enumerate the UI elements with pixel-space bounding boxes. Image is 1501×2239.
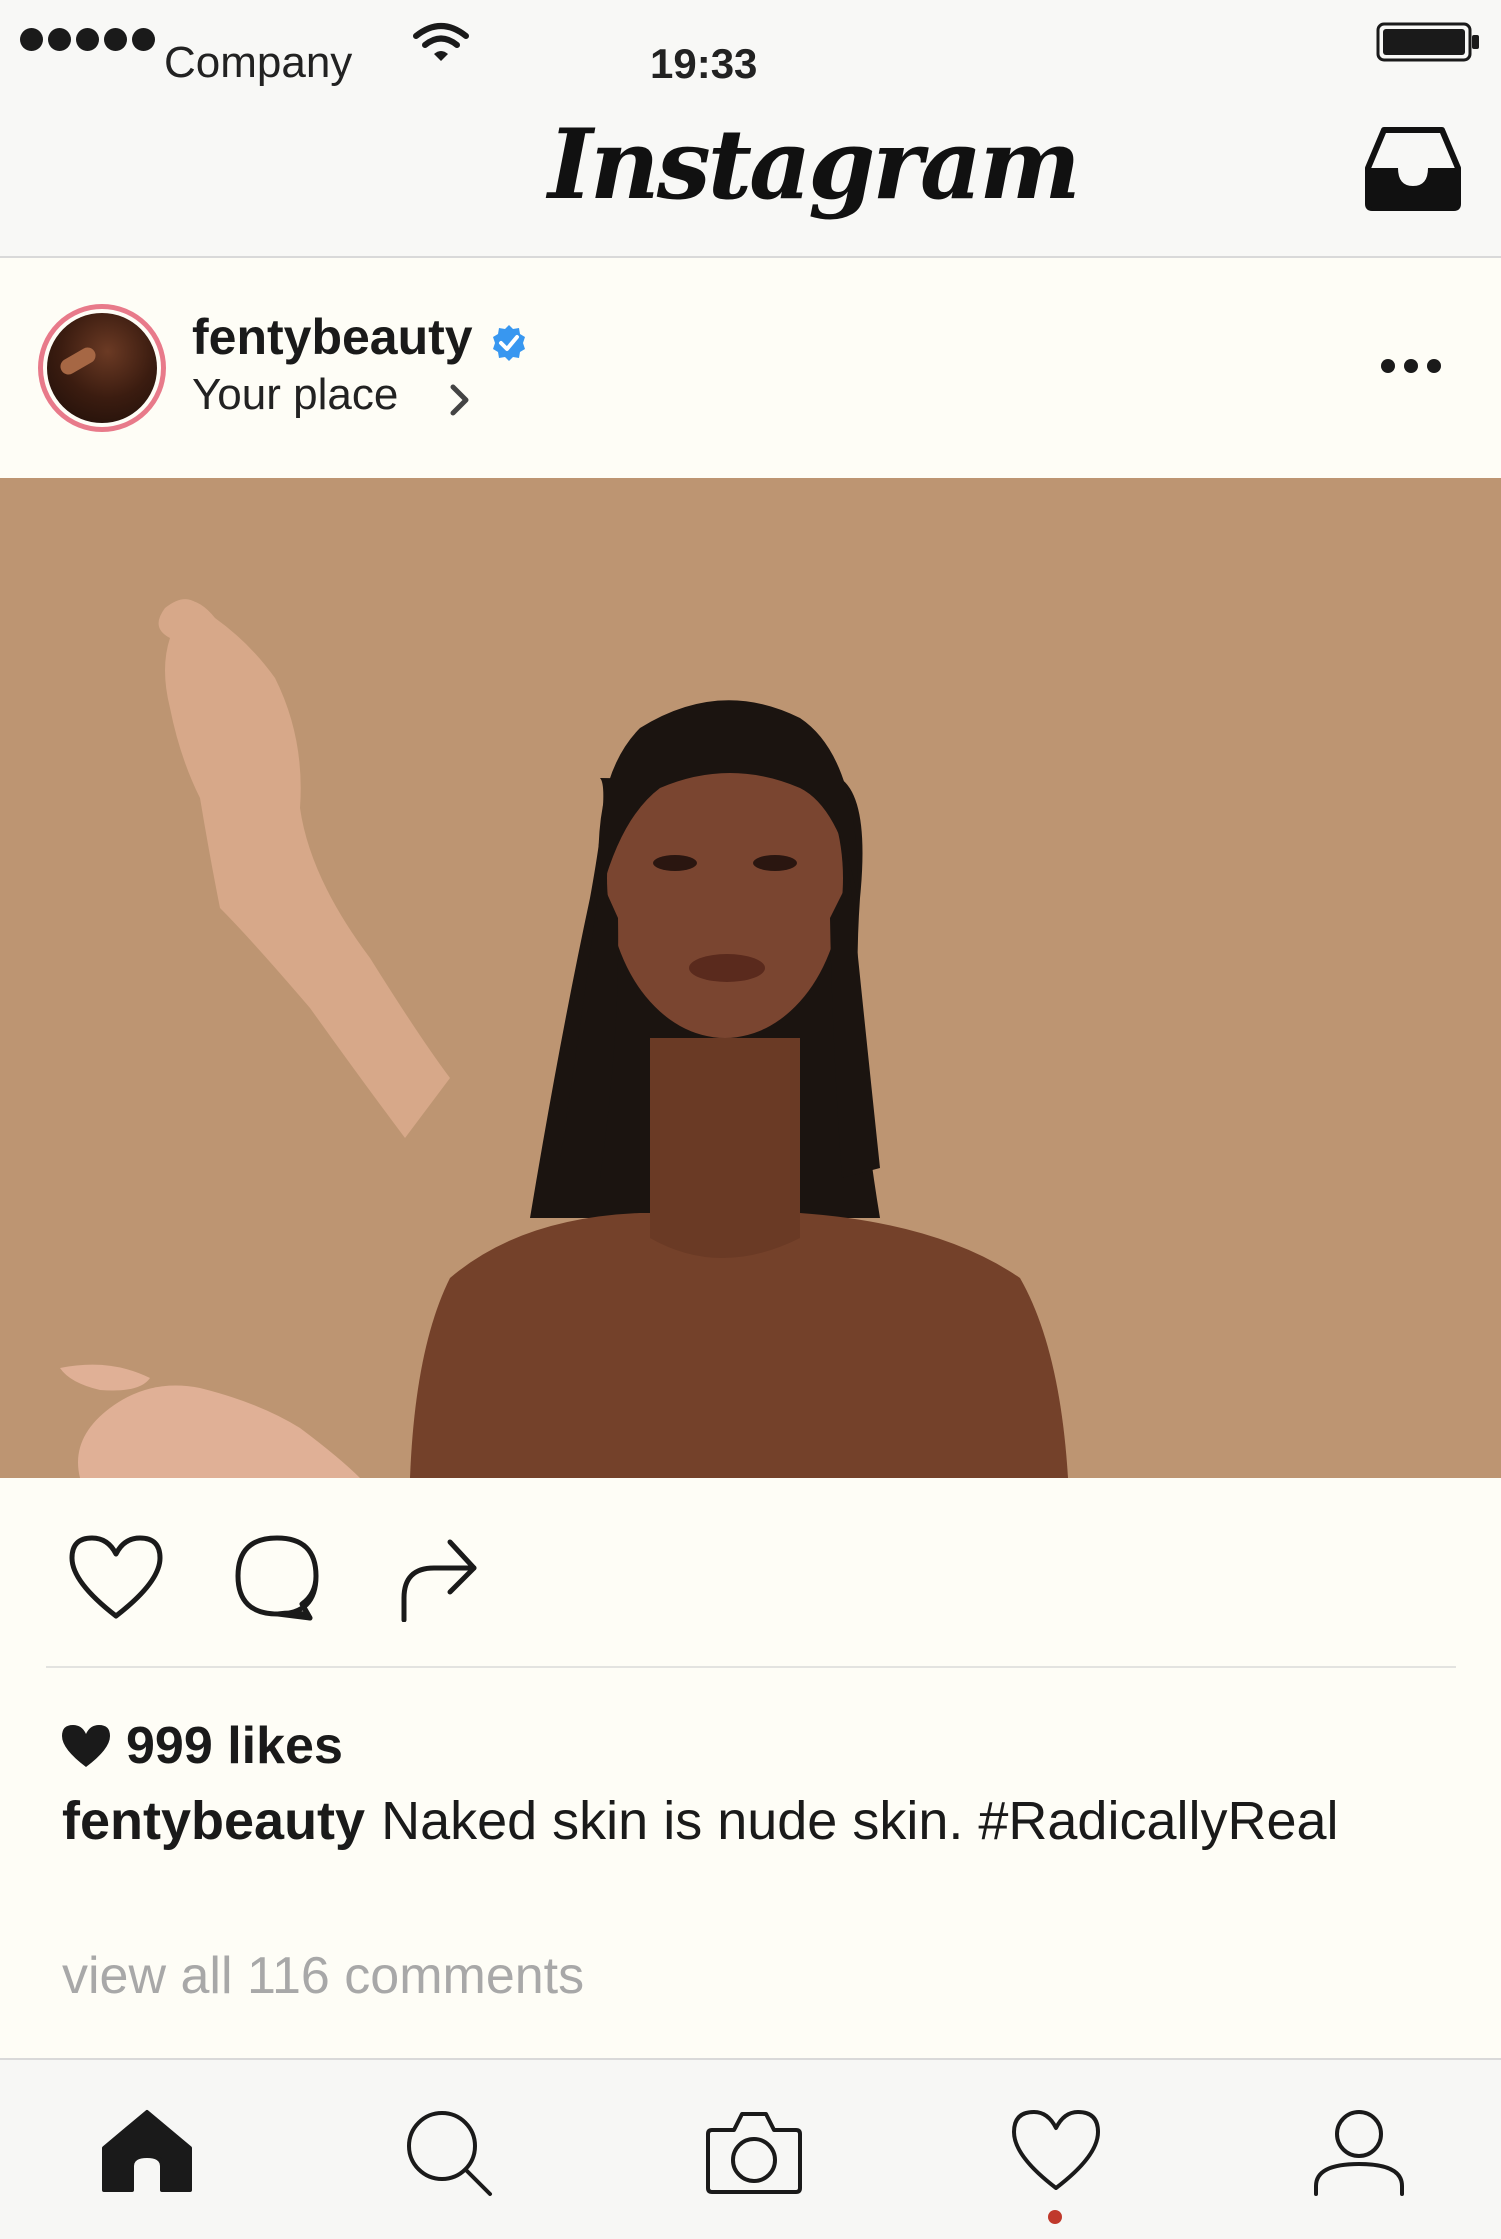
app-logo: Instagram bbox=[548, 108, 1081, 221]
avatar[interactable] bbox=[38, 304, 166, 432]
caption-username[interactable]: fentybeauty bbox=[62, 1791, 365, 1851]
heart-filled-icon bbox=[62, 1725, 110, 1767]
post-username[interactable]: fentybeauty bbox=[192, 308, 473, 366]
tab-camera[interactable] bbox=[704, 2108, 804, 2196]
carrier-name: Company bbox=[164, 38, 353, 87]
post-photo[interactable] bbox=[0, 478, 1501, 1478]
tab-bar bbox=[0, 2058, 1501, 2239]
view-comments-link[interactable]: view all 116 comments bbox=[62, 1946, 584, 2006]
likes-row[interactable]: 999 likes bbox=[60, 1716, 343, 1776]
inbox-tray-icon[interactable] bbox=[1364, 124, 1462, 212]
likes-count: 999 likes bbox=[126, 1717, 343, 1775]
share-icon bbox=[401, 1539, 477, 1622]
wifi-icon bbox=[413, 23, 469, 61]
post-location[interactable]: Your place bbox=[192, 370, 398, 420]
signal-strength-icon bbox=[20, 28, 155, 51]
comment-icon bbox=[235, 1535, 319, 1621]
post-caption: fentybeauty Naked skin is nude skin. #Rad… bbox=[62, 1790, 1482, 1852]
top-bar: Company 19:33 Instagram bbox=[0, 0, 1501, 258]
divider bbox=[46, 1666, 1456, 1668]
caption-text: Naked skin is nude skin. #RadicallyReal bbox=[381, 1791, 1339, 1851]
tab-profile[interactable] bbox=[1312, 2108, 1406, 2198]
heart-icon bbox=[69, 1535, 163, 1619]
home-icon bbox=[102, 2110, 192, 2192]
tab-activity[interactable] bbox=[1010, 2108, 1102, 2192]
verified-badge-icon bbox=[493, 325, 525, 361]
chevron-right-icon[interactable] bbox=[446, 382, 474, 418]
post-header: fentybeauty Your place bbox=[0, 260, 1501, 478]
post-actions bbox=[0, 1478, 1501, 1668]
camera-icon bbox=[706, 2112, 802, 2194]
status-time: 19:33 bbox=[650, 40, 758, 87]
notification-dot bbox=[1048, 2210, 1062, 2224]
profile-icon bbox=[1314, 2110, 1404, 2196]
search-icon bbox=[407, 2111, 492, 2196]
tab-home[interactable] bbox=[100, 2108, 194, 2194]
more-horizontal-icon[interactable] bbox=[1380, 356, 1442, 376]
tab-search[interactable] bbox=[404, 2108, 496, 2200]
activity-heart-icon bbox=[1012, 2110, 1100, 2190]
comment-button[interactable] bbox=[232, 1532, 322, 1622]
battery-icon bbox=[1376, 22, 1479, 62]
like-button[interactable] bbox=[66, 1532, 166, 1622]
share-button[interactable] bbox=[398, 1532, 480, 1622]
